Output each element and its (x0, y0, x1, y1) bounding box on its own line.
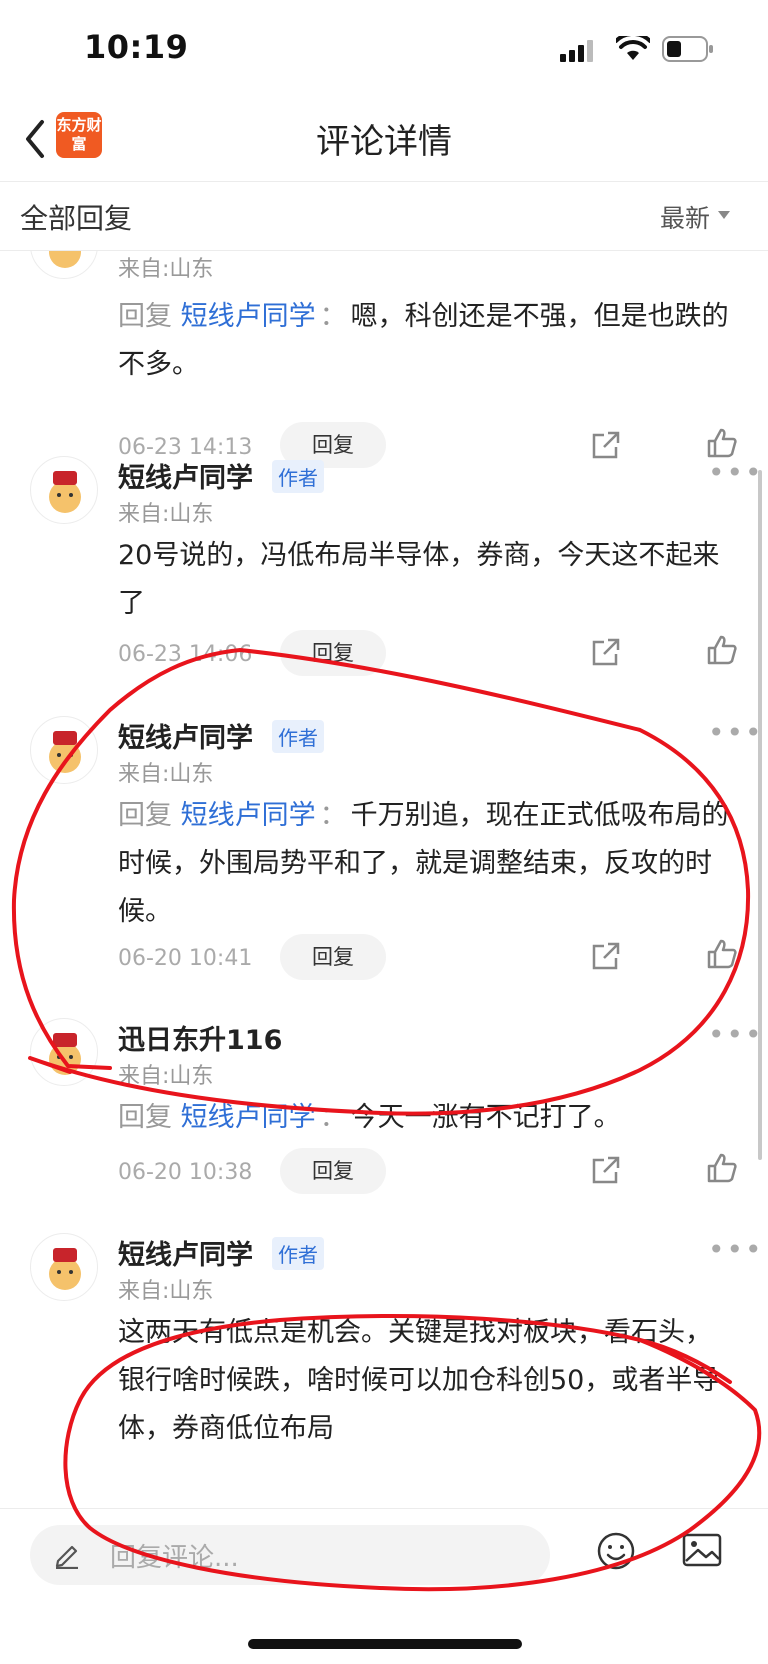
avatar-icon[interactable] (30, 251, 98, 279)
avatar-icon[interactable] (30, 1018, 98, 1086)
timestamp: 06-23 14:06 (118, 642, 253, 667)
reply-button[interactable]: 回复 (280, 630, 386, 676)
share-icon[interactable] (590, 940, 622, 972)
page-title: 评论详情 (316, 122, 452, 162)
timestamp: 06-20 10:38 (118, 1160, 253, 1185)
reply-prefix: 回复 (118, 800, 172, 831)
share-icon[interactable] (590, 1154, 622, 1186)
reply-input[interactable]: 回复评论... (30, 1525, 550, 1585)
location: 来自:山东 (118, 502, 214, 527)
colon: ： (319, 301, 347, 332)
comment-body: 回复 短线卢同学：嗯，科创还是不强，但是也跌的不多。 (118, 293, 738, 389)
mention-link[interactable]: 短线卢同学 (181, 800, 316, 831)
scrollbar[interactable] (758, 470, 762, 1160)
more-icon[interactable]: ••• (708, 1018, 764, 1051)
location: 来自:山东 (118, 1064, 214, 1089)
timestamp: 06-20 10:41 (118, 946, 253, 971)
reply-button[interactable]: 回复 (280, 1148, 386, 1194)
location: 来自:山东 (118, 1279, 214, 1304)
comment-body: 回复 短线卢同学：千万别追，现在正式低吸布局的时候，外围局势平和了，就是调整结束… (118, 792, 738, 936)
comment-body: 这两天有低点是机会。关键是找对板块，看石头，银行啥时候跌，啥时候可以加仓科创50… (118, 1309, 738, 1453)
mention-link[interactable]: 短线卢同学 (181, 1102, 316, 1133)
wifi-icon (616, 36, 650, 60)
avatar-icon[interactable] (30, 456, 98, 524)
reply-placeholder: 回复评论... (110, 1543, 239, 1573)
signal-icon (560, 40, 593, 62)
comment-body: 回复 短线卢同学：今天一涨有不记打了。 (118, 1094, 738, 1142)
image-icon[interactable] (682, 1533, 722, 1567)
emoji-icon[interactable] (596, 1531, 636, 1571)
home-indicator (248, 1639, 522, 1649)
reply-prefix: 回复 (118, 1102, 172, 1133)
colon: ： (319, 800, 347, 831)
mention-link[interactable]: 短线卢同学 (181, 301, 316, 332)
pencil-icon (55, 1545, 78, 1569)
username[interactable]: 短线卢同学 (118, 456, 253, 495)
author-badge: 作者 (272, 720, 324, 753)
comment-body: 20号说的，冯低布局半导体，券商，今天这不起来了 (118, 532, 738, 628)
comment-text: 这两天有低点是机会。关键是找对板块，看石头，银行啥时候跌，啥时候可以加仓科创50… (118, 1317, 720, 1444)
status-time: 10:19 (84, 28, 189, 66)
share-icon[interactable] (590, 636, 622, 668)
author-badge: 作者 (272, 460, 324, 493)
battery-icon (662, 36, 713, 62)
comment-text: 今天一涨有不记打了。 (350, 1102, 621, 1133)
more-icon[interactable]: ••• (708, 716, 764, 749)
status-bar: 10:19 (0, 0, 768, 100)
reply-bar: 回复评论... (0, 1508, 768, 1664)
location: 来自:山东 (118, 257, 214, 282)
username[interactable]: 短线卢同学 (118, 1233, 253, 1272)
comment-feed[interactable]: 来自:山东 回复 短线卢同学：嗯，科创还是不强，但是也跌的不多。 06-23 1… (0, 251, 768, 1511)
username[interactable]: 短线卢同学 (118, 716, 253, 755)
comment-text: 20号说的，冯低布局半导体，券商，今天这不起来了 (118, 540, 720, 619)
reply-prefix: 回复 (118, 301, 172, 332)
avatar-icon[interactable] (30, 716, 98, 784)
nav-bar: 东方财富 评论详情 (0, 100, 768, 182)
like-icon[interactable] (706, 938, 738, 970)
like-icon[interactable] (706, 634, 738, 666)
share-icon[interactable] (590, 429, 622, 461)
author-badge: 作者 (272, 1237, 324, 1270)
sort-dropdown[interactable]: 最新 (660, 199, 710, 235)
chevron-down-icon[interactable] (718, 211, 730, 219)
more-icon[interactable]: ••• (708, 456, 764, 489)
username[interactable]: 迅日东升116 (118, 1018, 282, 1057)
reply-button[interactable]: 回复 (280, 934, 386, 980)
colon: ： (319, 1102, 347, 1133)
like-icon[interactable] (706, 1152, 738, 1184)
location: 来自:山东 (118, 762, 214, 787)
like-icon[interactable] (706, 427, 738, 459)
more-icon[interactable]: ••• (708, 1233, 764, 1266)
avatar-icon[interactable] (30, 1233, 98, 1301)
filter-title: 全部回复 (20, 202, 133, 235)
filter-bar: 全部回复 最新 (0, 183, 768, 251)
